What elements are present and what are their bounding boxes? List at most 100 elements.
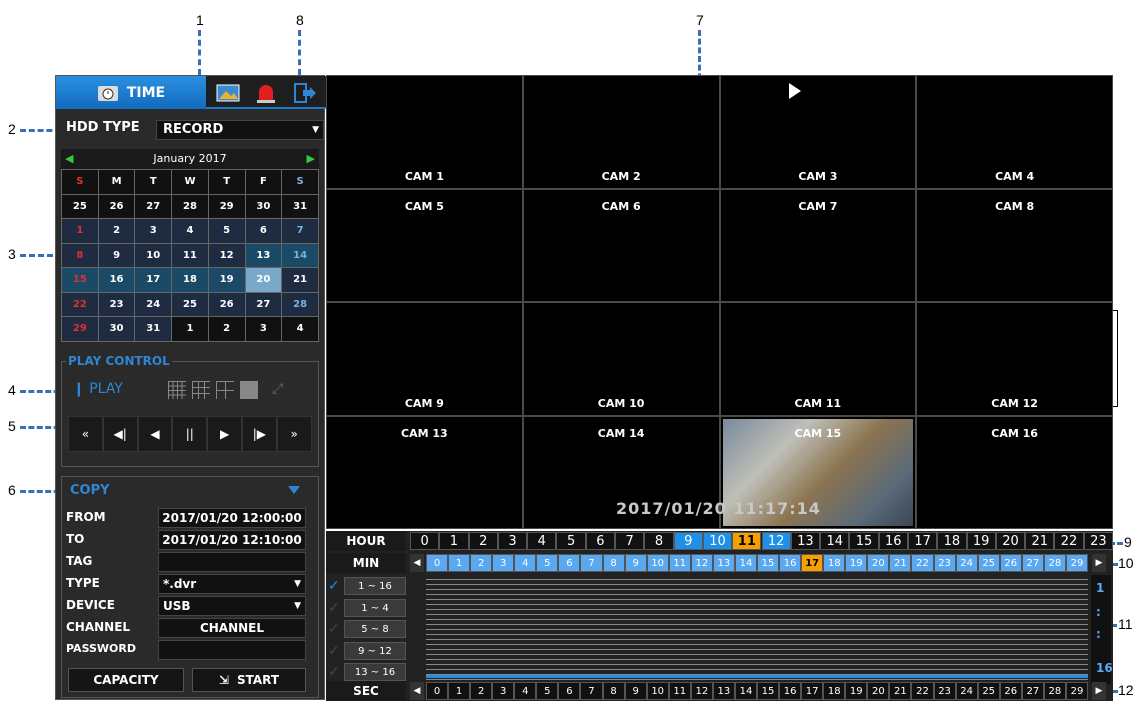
calendar-day[interactable]: 28: [171, 193, 209, 219]
calendar-day[interactable]: 11: [171, 242, 209, 268]
check-icon[interactable]: ✓: [328, 622, 342, 636]
hour-cell[interactable]: 16: [878, 532, 908, 550]
camera-tile[interactable]: CAM 10: [522, 302, 720, 416]
sec-cell[interactable]: 26: [999, 682, 1022, 700]
sec-cell[interactable]: 12: [690, 682, 713, 700]
sec-cell[interactable]: 9: [624, 682, 647, 700]
hour-cell[interactable]: 23: [1083, 532, 1113, 550]
min-cell[interactable]: 29: [1065, 554, 1088, 572]
sec-cell[interactable]: 15: [757, 682, 780, 700]
camera-tile[interactable]: CAM 2: [522, 75, 720, 189]
calendar-day[interactable]: 22: [61, 291, 99, 317]
calendar-day[interactable]: 12: [207, 242, 246, 268]
sec-cell[interactable]: 3: [492, 682, 515, 700]
sec-cell[interactable]: 1: [448, 682, 471, 700]
hour-cell[interactable]: 11: [732, 532, 762, 550]
sec-cell[interactable]: 16: [779, 682, 802, 700]
min-cell[interactable]: 11: [668, 554, 691, 572]
split-9-icon[interactable]: [192, 381, 210, 399]
min-cell[interactable]: 14: [734, 554, 757, 572]
tab-alarm[interactable]: [252, 80, 280, 106]
min-cell[interactable]: 0: [426, 554, 449, 572]
calendar-day[interactable]: 3: [134, 218, 173, 244]
min-cell[interactable]: 18: [823, 554, 846, 572]
next-month-icon[interactable]: ▶: [307, 149, 315, 169]
calendar-day[interactable]: 26: [97, 193, 136, 219]
calendar-day[interactable]: 29: [207, 193, 246, 219]
sec-cell[interactable]: 22: [911, 682, 934, 700]
hour-cell[interactable]: 5: [556, 532, 586, 550]
calendar-day[interactable]: 8: [61, 242, 99, 268]
min-cell[interactable]: 15: [757, 554, 780, 572]
hour-cell[interactable]: 10: [702, 532, 733, 550]
calendar-day[interactable]: 14: [281, 242, 319, 268]
min-cell[interactable]: 24: [955, 554, 978, 572]
min-cell[interactable]: 7: [580, 554, 603, 572]
sec-cell[interactable]: 11: [668, 682, 691, 700]
prev-arrow-icon[interactable]: ◀: [410, 554, 424, 572]
single-view-icon[interactable]: [240, 381, 258, 399]
copy-type-select[interactable]: *.dvr ▼: [158, 574, 306, 594]
sec-cell[interactable]: 13: [712, 682, 735, 700]
tab-time[interactable]: TIME: [56, 76, 206, 109]
min-cell[interactable]: 17: [801, 554, 824, 572]
tab-exit[interactable]: [290, 80, 318, 106]
hour-cell[interactable]: 19: [966, 532, 996, 550]
hour-cell[interactable]: 20: [995, 532, 1026, 550]
channel-button[interactable]: CHANNEL: [158, 618, 306, 638]
min-cell[interactable]: 26: [999, 554, 1022, 572]
calendar-day[interactable]: 1: [61, 218, 99, 244]
hour-cell[interactable]: 18: [937, 532, 967, 550]
capacity-button[interactable]: CAPACITY: [68, 668, 184, 692]
camera-tile[interactable]: CAM 1: [326, 75, 523, 189]
calendar-day[interactable]: 2: [207, 316, 246, 342]
sec-cell[interactable]: 5: [536, 682, 559, 700]
sec-cell[interactable]: 20: [867, 682, 890, 700]
calendar-day[interactable]: 23: [97, 291, 136, 317]
hour-cell[interactable]: 15: [849, 532, 879, 550]
calendar-day[interactable]: 25: [171, 291, 209, 317]
channel-group[interactable]: 5 ~ 8: [344, 620, 406, 638]
step-forward-button[interactable]: |▶: [241, 416, 277, 452]
calendar-day[interactable]: 4: [171, 218, 209, 244]
calendar-day[interactable]: 6: [244, 218, 283, 244]
min-cell[interactable]: 25: [977, 554, 1000, 572]
min-cell[interactable]: 12: [690, 554, 713, 572]
sec-cell[interactable]: 6: [558, 682, 581, 700]
min-cell[interactable]: 5: [536, 554, 559, 572]
calendar-day[interactable]: 26: [207, 291, 246, 317]
hdd-type-select[interactable]: RECORD ▼: [156, 120, 324, 140]
hour-cell[interactable]: 7: [615, 532, 645, 550]
min-cell[interactable]: 10: [646, 554, 669, 572]
calendar-day[interactable]: 16: [97, 267, 136, 293]
sec-cell[interactable]: 0: [426, 682, 449, 700]
hour-cell[interactable]: 13: [790, 532, 821, 550]
min-cell[interactable]: 8: [602, 554, 625, 572]
camera-tile[interactable]: CAM 6: [522, 188, 720, 302]
camera-tile[interactable]: CAM 3: [719, 75, 917, 189]
sec-cell[interactable]: 29: [1065, 682, 1088, 700]
min-cell[interactable]: 16: [779, 554, 802, 572]
calendar-day[interactable]: 3: [244, 316, 283, 342]
calendar-day[interactable]: 27: [134, 193, 173, 219]
calendar-day[interactable]: 17: [134, 267, 173, 293]
sec-cell[interactable]: 28: [1043, 682, 1066, 700]
channel-group[interactable]: 1 ~ 4: [344, 598, 406, 617]
reverse-play-button[interactable]: ◀: [137, 416, 173, 452]
min-cell[interactable]: 6: [558, 554, 581, 572]
hour-cell[interactable]: 21: [1025, 532, 1055, 550]
calendar-day[interactable]: 15: [61, 267, 99, 293]
hour-cell[interactable]: 17: [907, 532, 938, 550]
camera-tile[interactable]: CAM 12: [916, 302, 1113, 416]
sec-cell[interactable]: 8: [602, 682, 625, 700]
camera-tile[interactable]: CAM 13: [326, 415, 523, 529]
hour-cell[interactable]: 2: [468, 532, 498, 550]
copy-from-field[interactable]: 2017/01/20 12:00:00: [158, 508, 306, 528]
camera-tile[interactable]: CAM 4: [916, 75, 1113, 189]
forward-play-button[interactable]: ▶: [207, 416, 242, 452]
play-button[interactable]: ❙ PLAY: [73, 381, 123, 397]
sec-cell[interactable]: 23: [933, 682, 956, 700]
min-cell[interactable]: 2: [470, 554, 493, 572]
min-cell[interactable]: 4: [514, 554, 537, 572]
calendar-day[interactable]: 18: [171, 267, 209, 293]
